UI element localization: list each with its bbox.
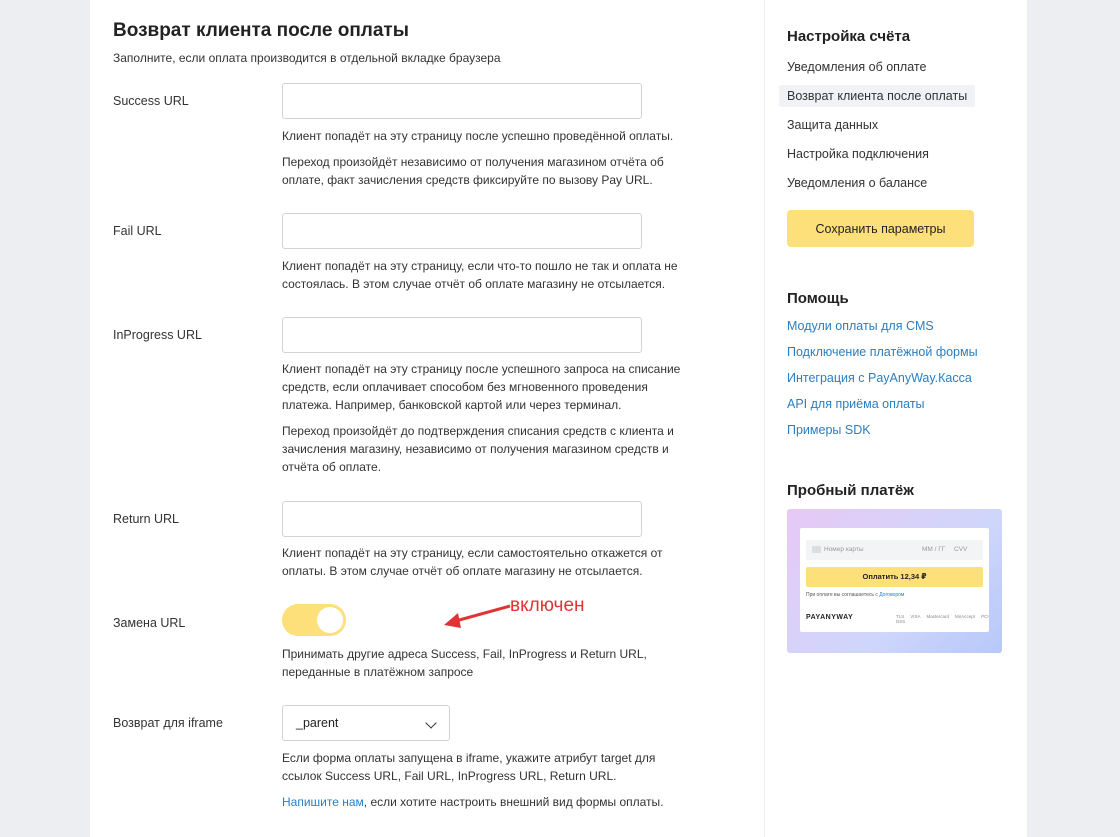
sidebar-item-payment-notifications[interactable]: Уведомления об оплате — [787, 60, 926, 74]
security-badges: TLS VISA Mastercard MirAccept PCI DSS — [896, 614, 989, 624]
fail-url-label: Fail URL — [113, 224, 162, 238]
url-replace-toggle[interactable] — [282, 604, 346, 636]
card-icon — [812, 546, 821, 553]
page-title: Возврат клиента после оплаты — [113, 20, 409, 41]
payanyway-logo: PAYANYWAY — [806, 614, 854, 621]
card-number-field: Номер карты ММ / ГГ CVV — [806, 540, 983, 560]
trial-payment-title: Пробный платёж — [787, 482, 914, 499]
fail-url-input[interactable] — [282, 213, 642, 249]
contact-us-link[interactable]: Напишите нам — [282, 795, 364, 809]
url-replace-help: Принимать другие адреса Success, Fail, I… — [282, 647, 647, 679]
sidebar-item-balance-notifications[interactable]: Уведомления о балансе — [787, 176, 927, 190]
inprogress-url-label: InProgress URL — [113, 328, 202, 342]
payment-form-preview: Номер карты ММ / ГГ CVV Оплатить 12,34 ₽… — [800, 528, 989, 632]
settings-form: Возврат клиента после оплаты Заполните, … — [90, 0, 764, 837]
sidebar-item-connection-settings[interactable]: Настройка подключения — [787, 147, 929, 161]
help-link-payment-api[interactable]: API для приёма оплаты — [787, 397, 925, 411]
help-link-cms-modules[interactable]: Модули оплаты для CMS — [787, 319, 934, 333]
save-settings-button[interactable]: Сохранить параметры — [787, 210, 974, 247]
help-title: Помощь — [787, 290, 849, 307]
iframe-help: Если форма оплаты запущена в iframe, ука… — [282, 751, 664, 809]
iframe-return-label: Возврат для iframe — [113, 716, 223, 730]
sidebar-item-data-protection[interactable]: Защита данных — [787, 118, 878, 132]
pay-button-preview: Оплатить 12,34 ₽ — [806, 567, 983, 587]
url-replace-label: Замена URL — [113, 616, 186, 630]
trial-payment-preview[interactable]: Номер карты ММ / ГГ CVV Оплатить 12,34 ₽… — [787, 509, 1002, 653]
inprogress-url-input[interactable] — [282, 317, 642, 353]
help-link-kassa-integration[interactable]: Интеграция с PayAnyWay.Касса — [787, 371, 972, 385]
help-link-sdk-examples[interactable]: Примеры SDK — [787, 423, 871, 437]
return-url-input[interactable] — [282, 501, 642, 537]
iframe-target-select[interactable]: _parent — [282, 705, 450, 741]
page-subtitle: Заполните, если оплата производится в от… — [113, 51, 501, 65]
arrow-annotation-icon — [444, 604, 511, 628]
iframe-target-value: _parent — [296, 716, 339, 730]
help-link-payment-form[interactable]: Подключение платёжной формы — [787, 345, 978, 359]
success-url-help: Клиент попадёт на эту страницу после усп… — [282, 129, 674, 187]
sidebar-item-client-return[interactable]: Возврат клиента после оплаты — [779, 85, 976, 107]
success-url-input[interactable] — [282, 83, 642, 119]
success-url-label: Success URL — [113, 94, 189, 108]
enabled-annotation: включен — [510, 595, 585, 616]
fail-url-help: Клиент попадёт на эту страницу, если что… — [282, 259, 678, 291]
agreement-text: При оплате вы соглашаетесь с Договором — [806, 592, 905, 598]
return-url-help: Клиент попадёт на эту страницу, если сам… — [282, 546, 663, 578]
toggle-knob — [317, 607, 343, 633]
return-url-label: Return URL — [113, 512, 179, 526]
settings-title: Настройка счёта — [787, 28, 911, 45]
chevron-down-icon — [425, 717, 437, 729]
inprogress-url-help: Клиент попадёт на эту страницу после усп… — [282, 362, 681, 474]
sidebar: Настройка счёта Уведомления об оплате Во… — [765, 0, 1027, 837]
